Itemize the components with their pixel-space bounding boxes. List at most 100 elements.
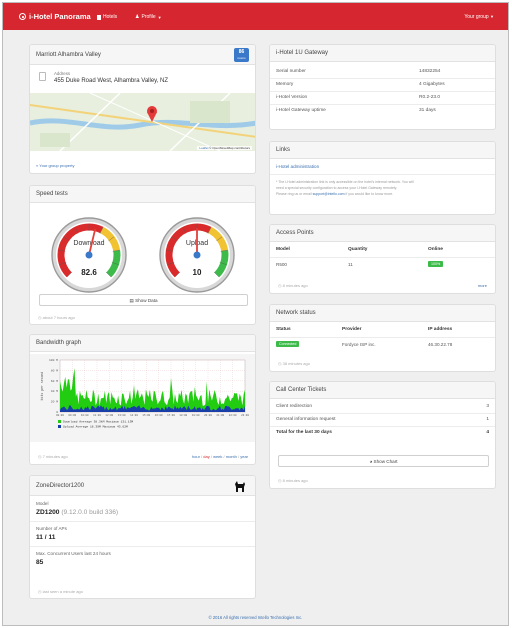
tickets-updated: ◷ 8 minutes ago bbox=[278, 478, 308, 483]
ap-col-quantity: Quantity bbox=[348, 247, 368, 252]
y-axis-label: bits per second bbox=[40, 372, 44, 401]
bandwidth-updated-text: 7 minutes ago bbox=[42, 454, 68, 459]
leaflet-link[interactable]: Leaflet bbox=[199, 146, 208, 150]
location-panel: Marriott Alhambra Valley 86 rooms Addres… bbox=[29, 44, 256, 174]
range-week[interactable]: week bbox=[213, 454, 222, 459]
table-row: Client redirection 3 bbox=[270, 400, 495, 413]
zonedirector-panel: ZoneDirector1200 Model ZD1200 (9.12.0.0 … bbox=[29, 475, 256, 599]
links-header: Links bbox=[270, 142, 495, 159]
bandwidth-graph: bits per second100 M80 M60 M40 M20 M008:… bbox=[30, 354, 255, 442]
speed-tests-panel: Speed tests Download 82.6 Upload10 ▤ Show … bbox=[29, 185, 256, 325]
app-frame: i-Hotel Panorama Hotels ♟ Profile ▼ Your… bbox=[2, 2, 509, 626]
tickets-table: Client redirection 3 General information… bbox=[270, 400, 495, 439]
table-row: Total for the last 30 days 4 bbox=[270, 425, 495, 439]
net-provider: Fordyce ISP inc. bbox=[342, 342, 376, 347]
nav-hotels-label: Hotels bbox=[103, 14, 118, 20]
zonedirector-header: ZoneDirector1200 bbox=[30, 476, 255, 496]
ap-col-online: Online bbox=[428, 247, 443, 252]
room-count-badge: 86 rooms bbox=[234, 48, 249, 62]
download-gauge: Download 82.6 bbox=[51, 217, 127, 293]
ticket-count: 1 bbox=[456, 412, 495, 426]
footer-copyright: © 2016 All rights reserved Intello Techn… bbox=[208, 615, 303, 620]
x-tick-label: 21:00 bbox=[216, 414, 224, 417]
y-tick-label: 40 M bbox=[51, 390, 58, 393]
ap-online-badge: 100% bbox=[428, 261, 444, 267]
show-data-button[interactable]: ▤ Show Data bbox=[39, 294, 248, 306]
bandwidth-panel: Bandwidth graph bits per second 100 M 80 M… bbox=[29, 334, 256, 465]
note-3-pre: Please ring us or email bbox=[276, 192, 312, 196]
group-property-link[interactable]: « Your group property bbox=[36, 163, 74, 168]
address-label: Address bbox=[54, 71, 71, 76]
nav-group-menu[interactable]: Your group ▼ bbox=[464, 14, 494, 20]
range-day[interactable]: day bbox=[203, 454, 209, 459]
range-year[interactable]: year bbox=[240, 454, 248, 459]
location-map[interactable]: Leaflet © OpenStreetMap contributors bbox=[30, 93, 255, 151]
x-tick-label: 17:00 bbox=[167, 414, 175, 417]
ap-more-link[interactable]: more bbox=[478, 283, 487, 288]
support-email-link[interactable]: support@intello.com bbox=[313, 192, 345, 196]
upload-gauge: Upload10 bbox=[159, 217, 235, 293]
upload-legend-swatch bbox=[58, 425, 61, 428]
bandwidth-header: Bandwidth graph bbox=[30, 335, 255, 352]
model-build: (9.12.0.0 build 336) bbox=[61, 509, 119, 516]
network-updated: ◷ 38 minutes ago bbox=[278, 361, 310, 366]
users-label: Max. Concurrent Users last 24 hours bbox=[36, 551, 111, 556]
download-gauge-label: Download bbox=[73, 240, 104, 247]
x-tick-label: 09:00 bbox=[68, 414, 76, 417]
network-status-panel: Network status Status Provider IP addres… bbox=[269, 304, 496, 372]
nav-group-label: Your group bbox=[464, 14, 489, 20]
brand-link[interactable]: i-Hotel Panorama bbox=[19, 12, 91, 21]
map-attribution: Leaflet © OpenStreetMap contributors bbox=[197, 146, 252, 150]
chart-icon: ▤ bbox=[129, 298, 134, 303]
y-tick-label: 60 M bbox=[51, 380, 58, 383]
admin-link[interactable]: i-Hotel administration bbox=[270, 159, 495, 169]
x-tick-label: 15:00 bbox=[142, 414, 150, 417]
range-month[interactable]: month bbox=[226, 454, 237, 459]
hotel-name: Marriott Alhambra Valley bbox=[36, 52, 101, 58]
x-tick-label: 11:00 bbox=[93, 414, 101, 417]
y-tick-label: 100 M bbox=[49, 359, 58, 362]
gateway-serial-value: 14832254 bbox=[419, 68, 441, 74]
chevron-down-icon: ▼ bbox=[157, 14, 162, 20]
gateway-panel: i-Hotel 1U Gateway Serial number 1483225… bbox=[269, 44, 496, 130]
tickets-updated-text: 8 minutes ago bbox=[282, 478, 308, 483]
gateway-uptime-value: 31 days bbox=[413, 103, 495, 117]
x-tick-label: 14:00 bbox=[130, 414, 138, 417]
aps-label: Number of APs bbox=[36, 526, 67, 531]
show-chart-button[interactable]: ◕ Show Chart bbox=[278, 455, 489, 467]
nav-hotels[interactable]: Hotels bbox=[97, 14, 117, 20]
x-tick-label: 18:00 bbox=[179, 414, 187, 417]
address-block: Address 455 Duke Road West, Alhambra Val… bbox=[30, 65, 255, 93]
net-col-ip: IP address bbox=[428, 327, 453, 332]
ap-table: Model Quantity Online R500 11 100% bbox=[270, 242, 495, 278]
model-row: ZD1200 (9.12.0.0 build 336) bbox=[36, 509, 249, 516]
download-legend: Download Average 38.3kM Maximum 131.13M bbox=[63, 420, 133, 424]
ap-col-model: Model bbox=[276, 247, 290, 252]
model-value: ZD1200 bbox=[36, 509, 60, 516]
table-row: i-Hotel Gateway uptime 31 days bbox=[270, 103, 495, 117]
chart-icon: ◕ bbox=[369, 459, 373, 464]
clock-icon: ◷ bbox=[38, 315, 42, 320]
table-row: Serial number 14832254 bbox=[270, 65, 495, 78]
address-value: 455 Duke Road West, Alhambra Valley, NZ bbox=[54, 78, 169, 84]
upload-legend: Upload Average 16.39M Maximum 43.62M bbox=[63, 425, 128, 429]
y-tick-label: 80 M bbox=[51, 369, 58, 372]
net-ip: 46.30.22.78 bbox=[428, 342, 453, 347]
ticket-count: 3 bbox=[486, 403, 489, 409]
zonedirector-updated: ◷ last seen a minute ago bbox=[38, 589, 83, 594]
brand-name: i-Hotel Panorama bbox=[29, 12, 91, 21]
x-tick-label: 10:00 bbox=[81, 414, 89, 417]
gauge-hub bbox=[85, 251, 93, 259]
nav-profile[interactable]: ♟ Profile ▼ bbox=[135, 14, 162, 20]
divider bbox=[270, 257, 495, 258]
upload-value: 10 bbox=[193, 268, 202, 277]
osm-credit[interactable]: © OpenStreetMap contributors bbox=[209, 146, 250, 150]
gateway-memory-label: Memory bbox=[270, 77, 413, 91]
show-data-label: Show Data bbox=[135, 298, 158, 303]
access-points-header: Access Points bbox=[270, 225, 495, 242]
speed-gauges: Download 82.6 Upload10 bbox=[51, 217, 235, 293]
clock-icon: ◷ bbox=[278, 478, 282, 483]
range-hour[interactable]: hour bbox=[192, 454, 200, 459]
table-row: General information request 1 bbox=[270, 412, 495, 426]
clock-icon: ◷ bbox=[278, 283, 282, 288]
